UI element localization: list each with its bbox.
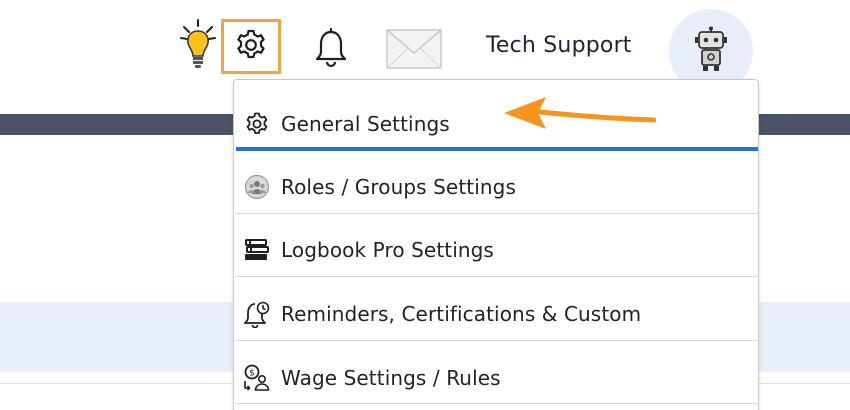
- wage-icon: $: [242, 363, 272, 393]
- orange-arrow-icon: [500, 94, 657, 132]
- user-name[interactable]: Tech Support: [486, 33, 632, 58]
- app-page: Tech Support General Settings Roles / Gr…: [0, 0, 850, 410]
- settings-dropdown-menu: General Settings Roles / Groups Settings: [233, 79, 759, 410]
- menu-item-label: General Settings: [281, 112, 450, 136]
- reminder-bell-icon: [242, 299, 272, 329]
- menu-item-logbook-pro-settings[interactable]: Logbook Pro Settings: [234, 224, 758, 276]
- divider: [236, 213, 758, 214]
- menu-item-label: Wage Settings / Rules: [281, 366, 501, 390]
- gear-icon: [235, 29, 267, 65]
- mail-icon[interactable]: [386, 28, 442, 70]
- books-icon: [242, 235, 272, 265]
- svg-text:$: $: [249, 369, 255, 379]
- lightbulb-icon[interactable]: [178, 18, 218, 74]
- bell-icon[interactable]: [313, 26, 349, 70]
- menu-item-label: Reminders, Certifications & Custom: [281, 302, 642, 326]
- menu-item-reminders-certifications-custom[interactable]: Reminders, Certifications & Custom: [234, 288, 758, 340]
- robot-icon: [693, 26, 729, 76]
- gear-icon: [242, 109, 272, 139]
- menu-item-general-settings[interactable]: General Settings: [234, 98, 758, 150]
- active-indicator: [236, 147, 758, 151]
- menu-item-roles-groups-settings[interactable]: Roles / Groups Settings: [234, 161, 758, 213]
- divider: [236, 340, 758, 341]
- menu-item-wage-settings-rules[interactable]: $ Wage Settings / Rules: [234, 352, 758, 404]
- group-icon: [242, 172, 272, 202]
- menu-item-label: Roles / Groups Settings: [281, 175, 516, 199]
- divider: [236, 276, 758, 277]
- settings-gear-button[interactable]: [221, 19, 281, 74]
- menu-item-label: Logbook Pro Settings: [281, 238, 494, 262]
